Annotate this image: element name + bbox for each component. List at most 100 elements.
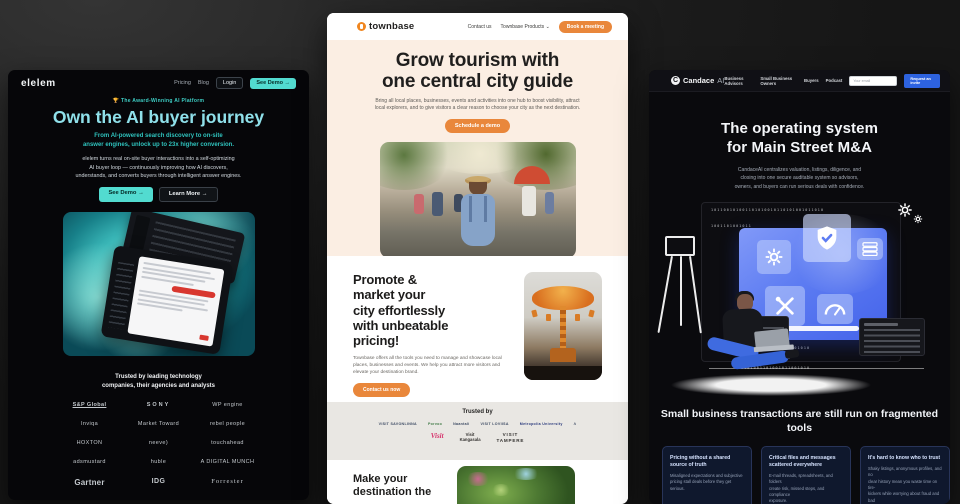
gauge-tile [817, 294, 853, 324]
client-logo: A DIGITAL MUNCH [196, 459, 260, 465]
elelem-header: elelem Pricing Blog Login See Demo → [8, 70, 309, 92]
learn-more-cta[interactable]: Learn More → [159, 187, 218, 202]
elelem-hero-body: elelem turns real on-site buyer interact… [8, 155, 309, 181]
elelem-hero-title: Own the AI buyer journey [8, 107, 309, 128]
candace-logo-icon: C [671, 76, 680, 85]
landing-pages-gallery: elelem Pricing Blog Login See Demo → 🏆 T… [0, 0, 960, 504]
contact-us-now-button[interactable]: Contact us now [353, 383, 410, 397]
client-logo: rebel people [196, 421, 260, 427]
nav-business-advisors[interactable]: Business Advisors [724, 76, 753, 86]
crowd-person [414, 194, 424, 214]
client-logo: WP engine [196, 402, 260, 408]
login-button[interactable]: Login [216, 77, 243, 89]
nav-blog[interactable]: Blog [198, 80, 209, 86]
nav-contact-us[interactable]: Contact us [468, 24, 492, 30]
nav-podcast[interactable]: Podcast [826, 78, 843, 83]
partner-logo-row-1: VISIT SAVONLINNA Porvoo Naantali VISIT L… [327, 422, 628, 426]
client-logo: Market Toward [127, 421, 191, 427]
nav-townbase-products[interactable]: Townbase Products ⌄ [501, 24, 550, 30]
easel-leg [680, 256, 682, 326]
candace-brand-suffix: AI [717, 76, 724, 85]
townbase-screenshot: townbase Contact us Townbase Products ⌄ … [327, 13, 628, 504]
crowd-person [522, 186, 536, 216]
silhouette-band [524, 366, 602, 380]
fragmented-tools-heading: Small business transactions are still ru… [649, 408, 950, 435]
gears-tile [757, 240, 791, 274]
trusted-heading: Trusted by leading technology companies,… [8, 373, 309, 391]
card-title: Critical files and messages scattered ev… [769, 455, 843, 469]
nav-buyers[interactable]: Buyers [804, 78, 819, 83]
townbase-brand: townbase [369, 21, 414, 32]
partner-logo-row-2: Visit Visit Kangasala VISIT TAMPERE [327, 432, 628, 443]
elelem-hero-image [63, 212, 255, 356]
green-nature-photo [457, 466, 575, 504]
partner-logo: VISIT TAMPERE [497, 432, 525, 443]
card-files: Critical files and messages scattered ev… [761, 446, 851, 504]
client-logo: SONY [127, 402, 191, 408]
townbase-bottom-section: Make your destination the [327, 460, 628, 504]
card-trust: It's hard to know who to trust Shaky lis… [860, 446, 950, 504]
award-badge: 🏆 The Award-Winning AI Platform [8, 98, 309, 104]
shield-check-icon [813, 224, 841, 252]
candace-nav: Business Advisors Small Business Owners … [724, 74, 940, 88]
see-demo-button[interactable]: See Demo → [250, 78, 296, 89]
candace-hero-subtitle: CandaceAI centralizes valuation, listing… [649, 166, 950, 192]
candace-hero-title: The operating system for Main Street M&A [649, 120, 950, 158]
crowd-person [432, 192, 443, 216]
elelem-nav: Pricing Blog Login See Demo → [174, 77, 296, 89]
gear-icon [913, 214, 923, 224]
carousel-base [550, 348, 576, 362]
townbase-promo-section: Promote & market your city effortlessly … [327, 256, 628, 402]
partner-logo: VISIT SAVONLINNA [379, 422, 417, 426]
tablet-front [100, 245, 233, 355]
gear-icon [764, 247, 784, 267]
candace-ai-screenshot: C Candace AI Business Advisors Small Bus… [649, 70, 950, 504]
carousel-pole [560, 306, 566, 350]
person-with-laptop [701, 294, 811, 386]
card-body: E-mail threads, spreadsheets, and folder… [769, 473, 843, 504]
server-tile [857, 238, 883, 260]
easel-leg [689, 256, 702, 334]
book-meeting-button[interactable]: Book a meeting [559, 21, 612, 33]
partner-logo: Visit Kangasala [460, 432, 481, 442]
client-logo: S&P Global [58, 402, 122, 408]
card-body: Misaligned expectations and subjective p… [670, 473, 744, 492]
request-invite-button[interactable]: Request an invite [904, 74, 940, 88]
client-logo: touchahead [196, 440, 260, 446]
candace-brand: Candace [683, 76, 714, 85]
woman-with-hat [458, 176, 498, 258]
client-logo: HOXTON [58, 440, 122, 446]
laptop [754, 328, 790, 351]
easel-leg [657, 256, 673, 333]
partner-logo: Λ [574, 422, 577, 426]
code-window [859, 318, 925, 356]
partner-logo: Naantali [453, 422, 469, 426]
partner-logo: Visit [431, 432, 444, 440]
email-input[interactable] [849, 76, 897, 86]
shield-tile [803, 214, 851, 262]
card-title: Pricing without a shared source of truth [670, 455, 744, 469]
trusted-by-label: Trusted by [327, 409, 628, 415]
elelem-cta-row: See Demo → Learn More → [8, 187, 309, 202]
client-logo: Forrester [196, 478, 260, 487]
easel-head [665, 236, 695, 256]
gauge-icon [824, 301, 846, 317]
see-demo-cta[interactable]: See Demo → [99, 187, 152, 202]
partner-logo: Porvoo [428, 422, 442, 426]
elelem-screenshot: elelem Pricing Blog Login See Demo → 🏆 T… [8, 70, 309, 500]
pain-point-cards: Pricing without a shared source of truth… [662, 446, 950, 504]
server-icon [862, 242, 878, 256]
nav-small-business-owners[interactable]: Small Business Owners [760, 76, 797, 86]
client-logo: Gartner [58, 478, 122, 487]
townbase-hero: Grow tourism with one central city guide… [327, 40, 628, 256]
townbase-logo: townbase [357, 21, 414, 32]
townbase-nav: Contact us Townbase Products ⌄ Book a me… [468, 21, 612, 33]
townbase-hero-subtitle: Bring all local places, businesses, even… [327, 98, 628, 114]
card-pricing: Pricing without a shared source of truth… [662, 446, 752, 504]
elelem-logo-grid: S&P Global SONY WP engine Inviqa Market … [8, 402, 309, 487]
nav-pricing[interactable]: Pricing [174, 80, 191, 86]
schedule-demo-button[interactable]: Schedule a demo [445, 119, 510, 133]
crowd-person [545, 192, 554, 214]
client-logo: huble [127, 459, 191, 465]
partner-logo: VISIT LOVIISA [481, 422, 509, 426]
